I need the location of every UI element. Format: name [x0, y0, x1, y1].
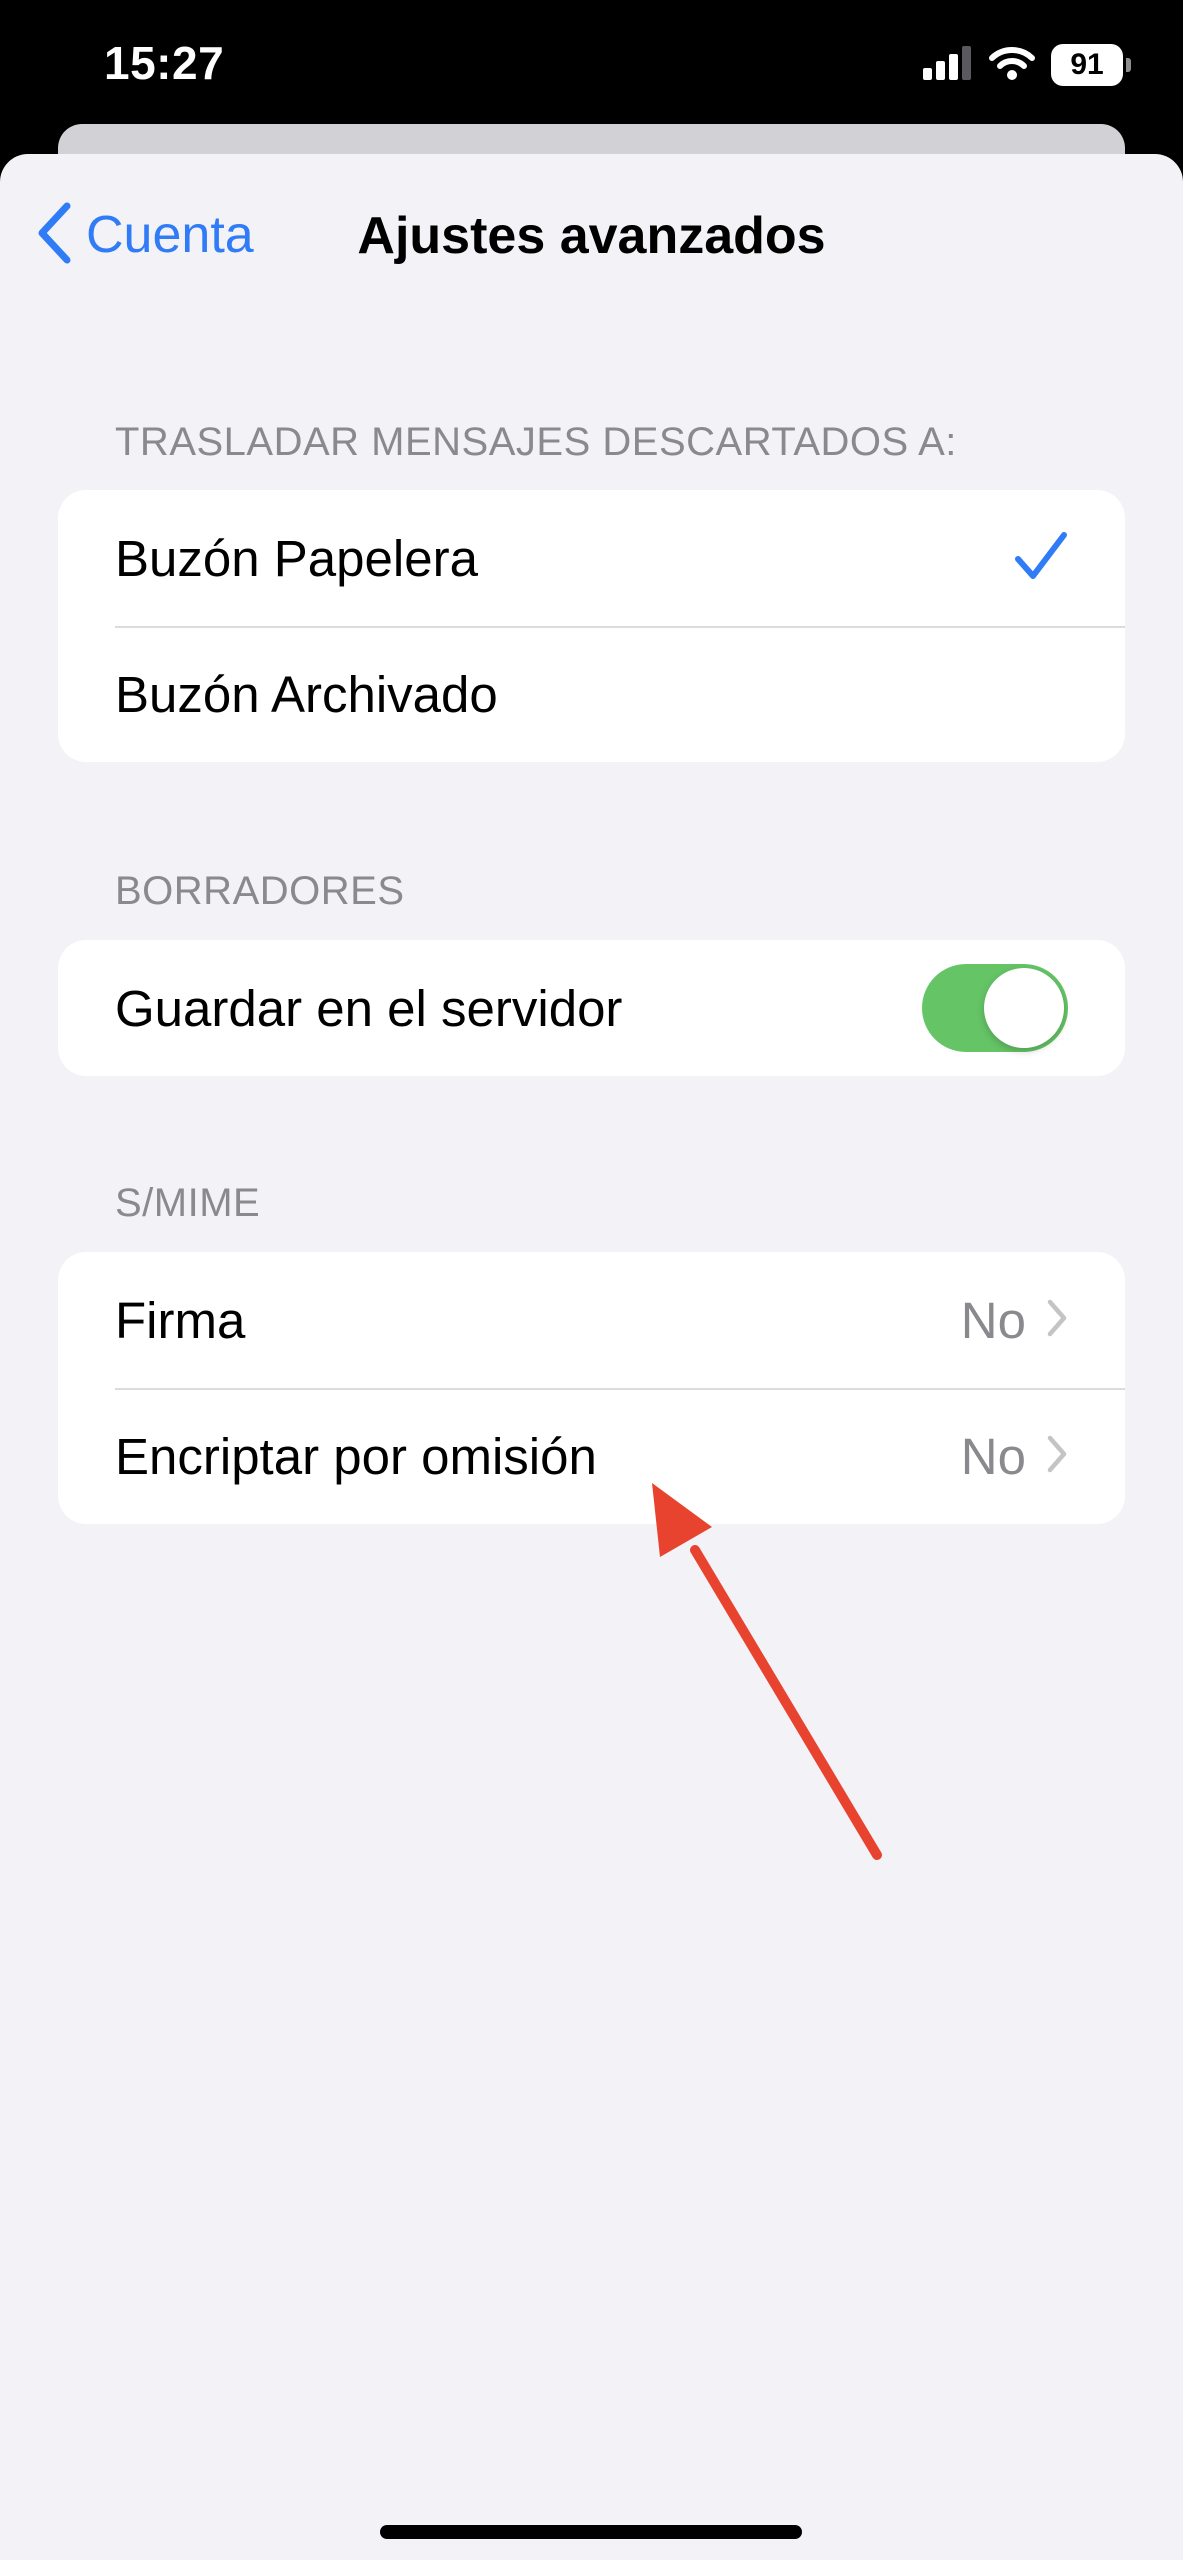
chevron-right-icon: [1046, 1434, 1068, 1479]
option-trash-mailbox[interactable]: Buzón Papelera: [58, 490, 1125, 626]
home-indicator: [380, 2525, 802, 2539]
battery-icon: 91: [1051, 44, 1131, 86]
signature-label: Firma: [115, 1291, 246, 1349]
signature-value: No: [960, 1291, 1026, 1349]
signature-row[interactable]: Firma No: [58, 1252, 1125, 1388]
page-title: Ajustes avanzados: [357, 207, 826, 265]
checkmark-icon: [1014, 531, 1068, 586]
encrypt-by-default-label: Encriptar por omisión: [115, 1427, 597, 1485]
section-header-discarded: TRASLADAR MENSAJES DESCARTADOS A:: [115, 420, 957, 464]
option-label: Buzón Archivado: [115, 665, 498, 723]
status-time: 15:27: [104, 37, 225, 89]
save-on-server-row: Guardar en el servidor: [58, 940, 1125, 1076]
status-bar: 15:27 91: [0, 0, 1183, 125]
drafts-group: Guardar en el servidor: [58, 940, 1125, 1076]
section-header-drafts: BORRADORES: [115, 869, 405, 913]
chevron-right-icon: [1046, 1298, 1068, 1343]
toggle-knob: [984, 968, 1064, 1048]
option-label: Buzón Papelera: [115, 529, 478, 587]
section-header-smime: S/MIME: [115, 1181, 261, 1225]
cellular-signal-icon: [923, 45, 973, 85]
save-on-server-label: Guardar en el servidor: [115, 979, 623, 1037]
encrypt-by-default-row[interactable]: Encriptar por omisión No: [58, 1388, 1125, 1524]
encrypt-by-default-value: No: [960, 1427, 1026, 1485]
option-archive-mailbox[interactable]: Buzón Archivado: [58, 626, 1125, 762]
settings-sheet: Cuenta Ajustes avanzados TRASLADAR MENSA…: [0, 154, 1183, 2560]
save-on-server-toggle[interactable]: [922, 964, 1068, 1052]
status-icons: 91: [923, 40, 1131, 90]
discarded-options-group: Buzón Papelera Buzón Archivado: [58, 490, 1125, 762]
smime-group: Firma No Encriptar por omisión No: [58, 1252, 1125, 1524]
wifi-icon: [989, 46, 1035, 85]
